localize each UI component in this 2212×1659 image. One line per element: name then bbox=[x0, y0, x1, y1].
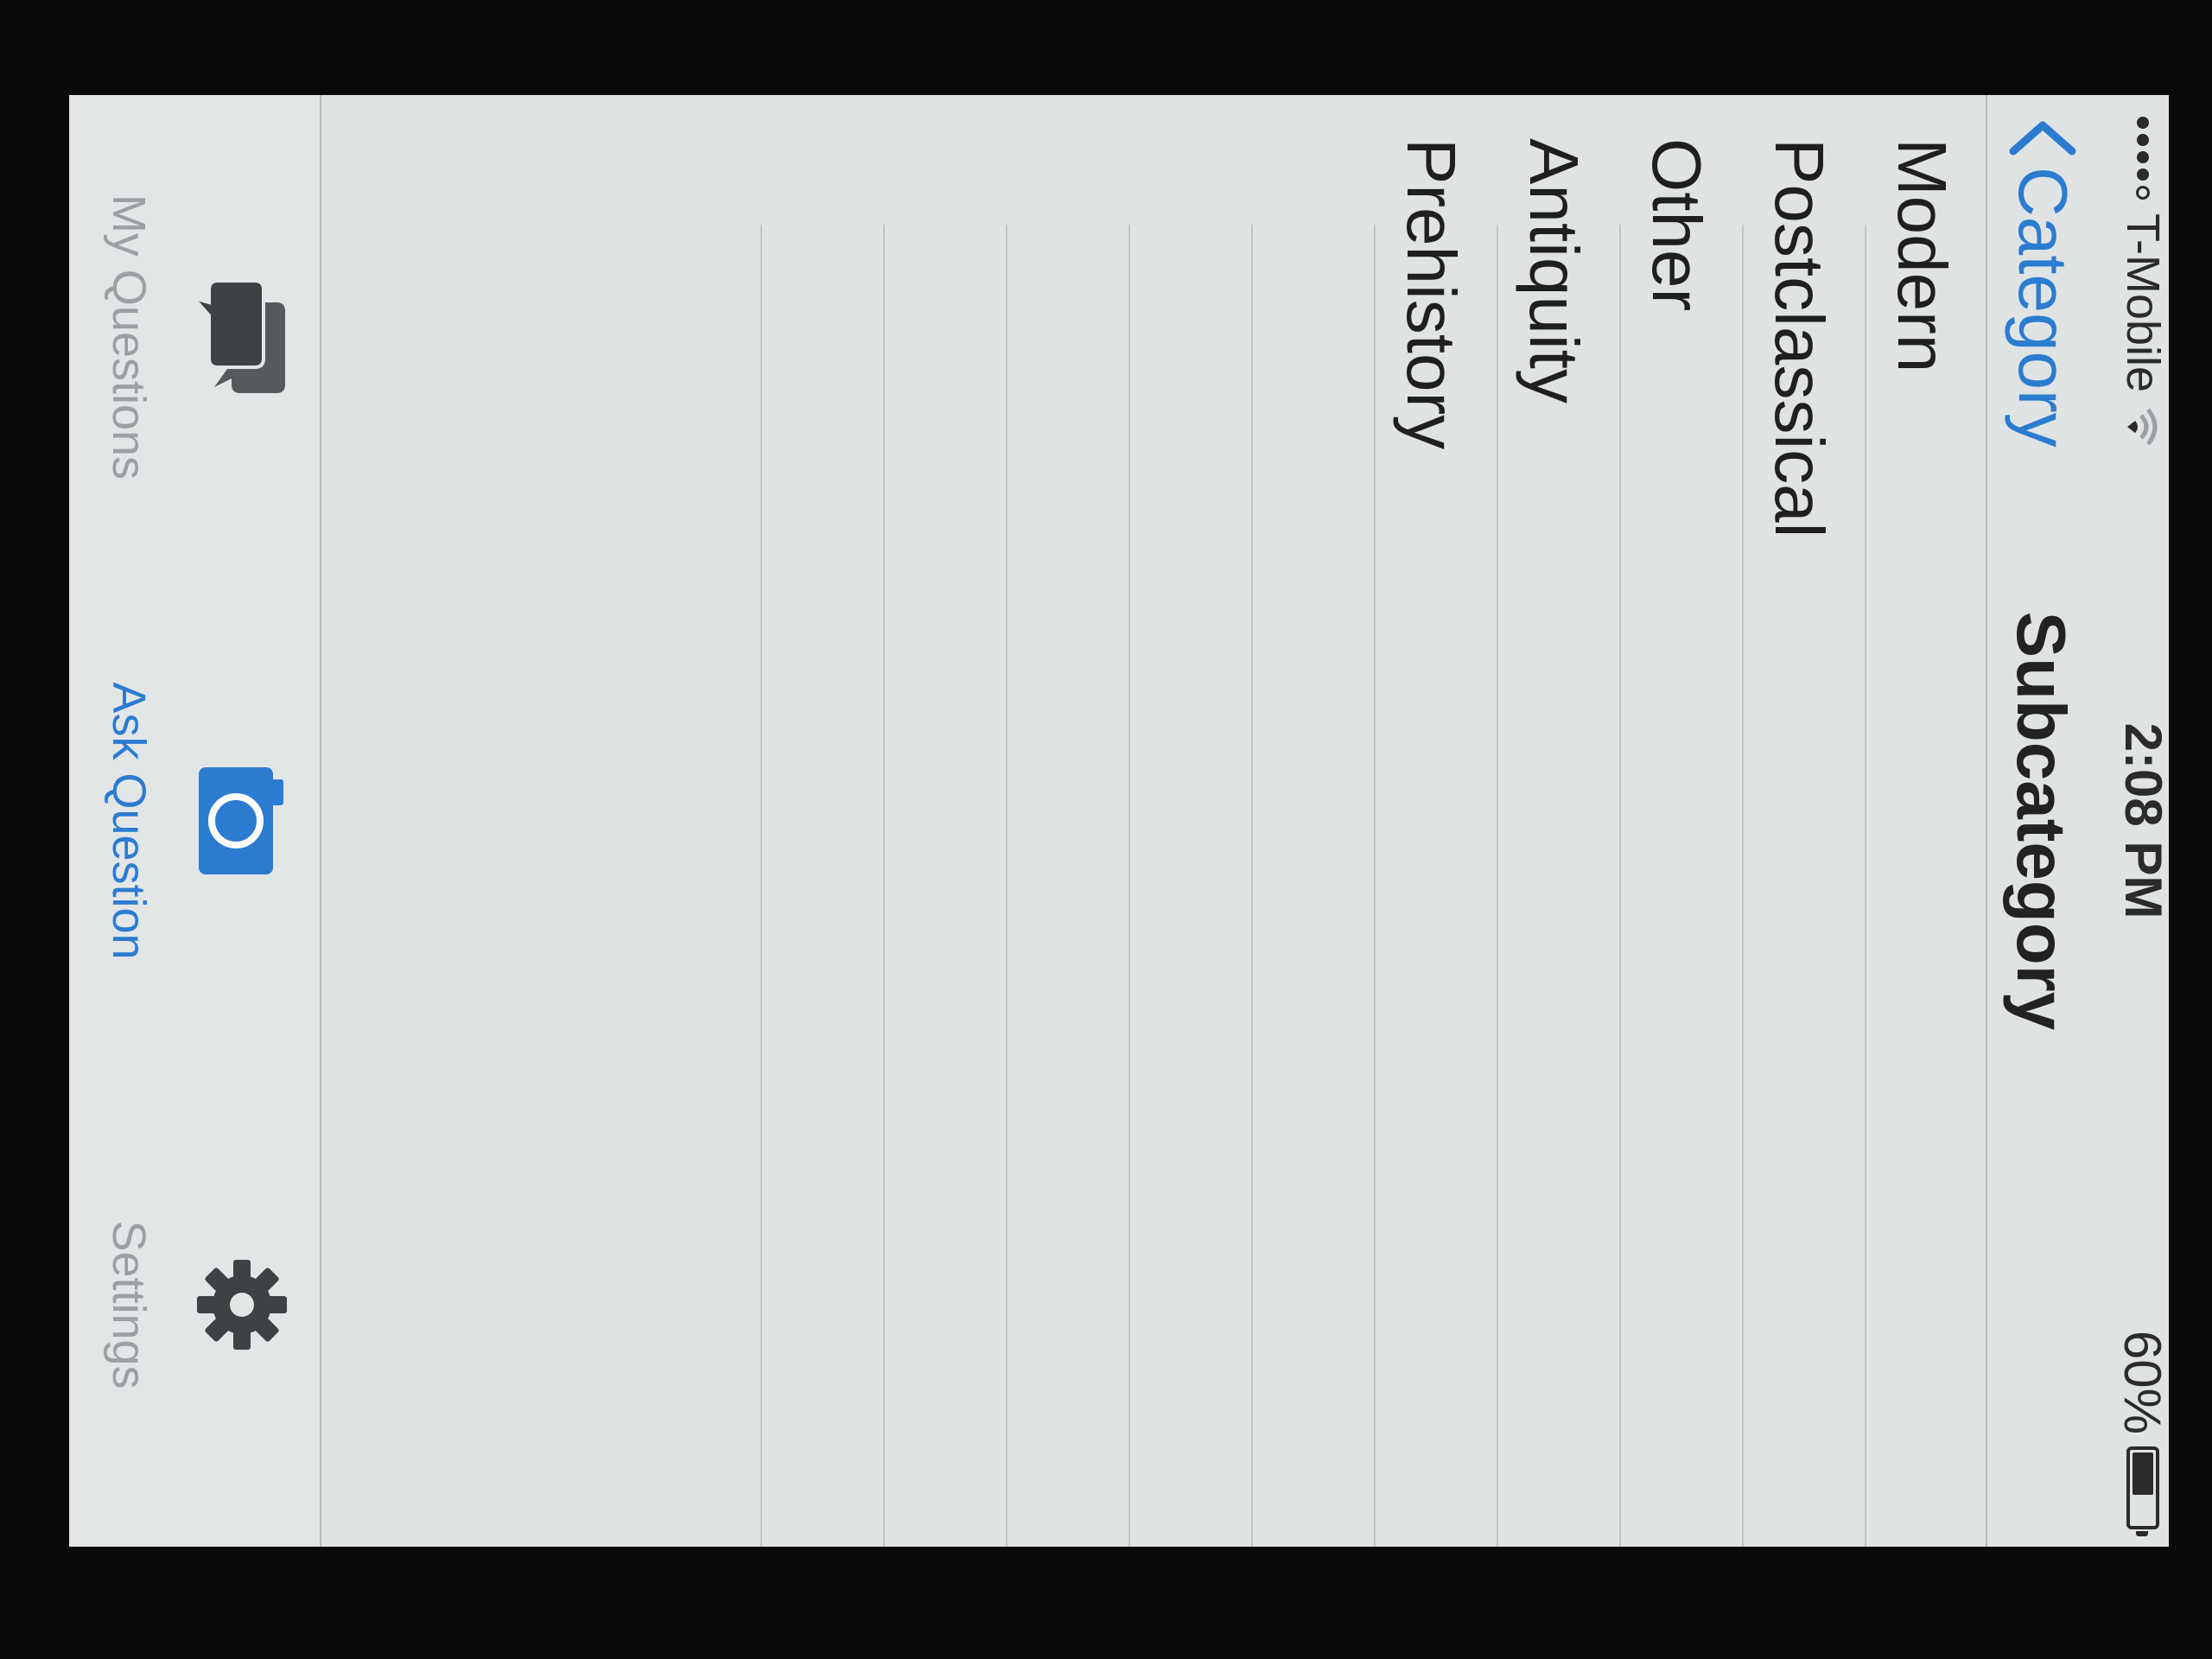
subcategory-list: Modern Postclassical Other Antiquity Pre… bbox=[760, 95, 1987, 1547]
status-right: 60% bbox=[2114, 1331, 2169, 1536]
list-item[interactable]: Other bbox=[1619, 138, 1742, 1547]
list-item-label: Postclassical bbox=[1761, 138, 1838, 538]
empty-row bbox=[1251, 225, 1374, 1547]
gear-icon bbox=[197, 1260, 287, 1350]
navigation-bar: Category Subcategory bbox=[1986, 95, 2108, 1547]
battery-percent: 60% bbox=[2113, 1330, 2170, 1434]
tab-label: Ask Question bbox=[103, 682, 155, 960]
battery-icon bbox=[2126, 1446, 2159, 1536]
list-item[interactable]: Modern bbox=[1865, 138, 1987, 1547]
tab-ask-question[interactable]: Ask Question bbox=[102, 579, 294, 1063]
phone-screen: T-Mobile 2:08 PM 60% Category Subcategor… bbox=[69, 95, 2169, 1547]
tab-label: Settings bbox=[103, 1220, 155, 1389]
status-time: 2:08 PM bbox=[2114, 722, 2169, 919]
list-item-label: Prehistory bbox=[1393, 138, 1470, 450]
list-item[interactable]: Prehistory bbox=[1374, 138, 1497, 1547]
list-item-label: Other bbox=[1638, 138, 1715, 312]
list-item[interactable]: Antiquity bbox=[1497, 138, 1619, 1547]
empty-row bbox=[883, 225, 1006, 1547]
camera-icon bbox=[199, 767, 283, 874]
list-item-label: Modern bbox=[1884, 138, 1961, 373]
page-title: Subcategory bbox=[2003, 611, 2080, 1031]
list-item[interactable]: Postclassical bbox=[1742, 138, 1865, 1547]
tab-bar: My Questions Ask Question Settings bbox=[69, 95, 321, 1547]
empty-row bbox=[1006, 225, 1128, 1547]
tab-label: My Questions bbox=[103, 194, 155, 480]
chat-bubbles-icon bbox=[190, 279, 285, 393]
empty-row bbox=[1128, 225, 1251, 1547]
tab-my-questions[interactable]: My Questions bbox=[102, 95, 294, 579]
tab-settings[interactable]: Settings bbox=[102, 1063, 294, 1547]
status-bar: T-Mobile 2:08 PM 60% bbox=[2114, 95, 2169, 1547]
list-item-label: Antiquity bbox=[1516, 138, 1592, 404]
empty-row bbox=[760, 225, 883, 1547]
